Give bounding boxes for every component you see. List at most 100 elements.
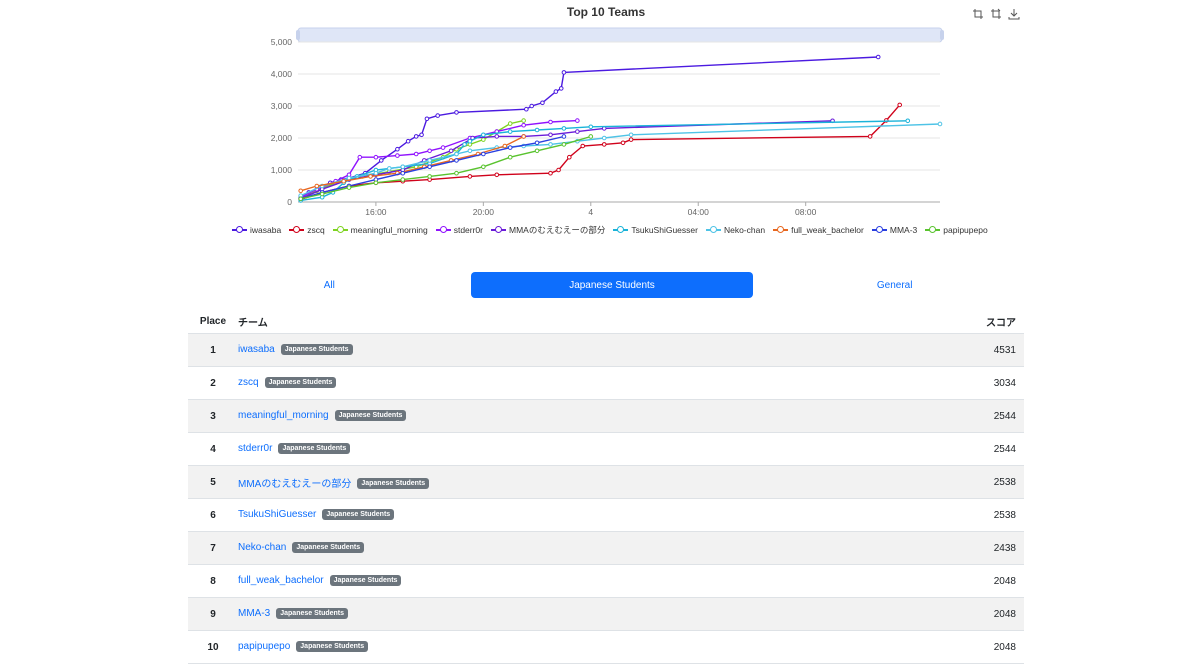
zoom-slider[interactable] <box>297 27 943 43</box>
division-badge: Japanese Students <box>278 443 351 455</box>
team-link[interactable]: Neko-chan <box>238 543 286 554</box>
data-point <box>507 129 513 134</box>
division-badge: Japanese Students <box>357 478 430 490</box>
tab-general[interactable]: General <box>753 272 1036 298</box>
place-cell: 2 <box>188 366 238 400</box>
table-row: 7 Neko-chan Japanese Students 2438 <box>188 531 1024 565</box>
zoom-slider-handle-left[interactable] <box>296 30 300 40</box>
score-cell: 2544 <box>893 399 1024 433</box>
legend-marker-icon <box>925 226 941 234</box>
data-point <box>467 174 473 179</box>
team-link[interactable]: iwasaba <box>238 345 275 356</box>
legend-item[interactable]: papipupepo <box>925 224 988 236</box>
legend-item[interactable]: stderr0r <box>435 224 483 236</box>
team-cell: MMAのむえむえーの部分 Japanese Students <box>238 465 894 499</box>
legend-label: TsukuShiGuesser <box>631 225 698 235</box>
series-3 <box>298 118 526 202</box>
zoom-reset-icon[interactable] <box>990 8 1002 20</box>
team-cell: TsukuShiGuesser Japanese Students <box>238 498 894 532</box>
team-link[interactable]: papipupepo <box>238 642 290 653</box>
data-point <box>427 164 432 170</box>
data-point <box>454 110 459 115</box>
data-point <box>298 188 303 194</box>
tab-all[interactable]: All <box>188 272 471 298</box>
data-point <box>400 177 406 182</box>
data-point <box>341 178 346 184</box>
data-point <box>494 134 500 139</box>
data-point <box>481 164 486 170</box>
data-point <box>454 170 459 176</box>
zoom-icon[interactable] <box>972 8 984 20</box>
team-link[interactable]: stderr0r <box>238 444 272 455</box>
tab-japanese-students[interactable]: Japanese Students <box>470 272 754 298</box>
place-cell: 9 <box>188 597 238 631</box>
legend-marker-icon <box>491 226 506 234</box>
place-cell: 10 <box>188 630 238 664</box>
data-point <box>368 174 373 179</box>
legend-item[interactable]: Neko-chan <box>705 224 765 236</box>
legend-label: stderr0r <box>453 225 483 235</box>
division-badge: Japanese Students <box>264 377 337 389</box>
division-badge: Japanese Students <box>334 410 407 422</box>
x-axis: 16:00 20:00 4 04:00 08:00 <box>365 202 817 217</box>
score-cell: 3034 <box>893 366 1024 400</box>
data-point <box>373 154 379 160</box>
legend-item[interactable]: meaningful_morning <box>332 224 428 236</box>
score-cell: 2538 <box>893 498 1024 532</box>
series-line <box>300 123 941 197</box>
table-row: 4 stderr0r Japanese Students 2544 <box>188 432 1024 466</box>
score-cell: 2538 <box>893 465 1024 499</box>
team-link[interactable]: zscq <box>238 378 259 389</box>
legend-label: MMAのむえむえーの部分 <box>509 225 606 235</box>
legend-marker-icon <box>435 226 451 234</box>
data-point <box>558 86 564 91</box>
team-link[interactable]: MMAのむえむえーの部分 <box>238 479 351 490</box>
data-point <box>424 116 430 122</box>
y-tick-label: 5,000 <box>271 37 293 47</box>
zoom-slider-handle-right[interactable] <box>940 30 944 40</box>
data-point <box>400 164 406 170</box>
data-point <box>435 113 440 118</box>
team-link[interactable]: full_weak_bachelor <box>238 576 324 587</box>
save-image-icon[interactable] <box>1008 8 1020 20</box>
division-badge: Japanese Students <box>329 575 402 587</box>
data-point <box>419 132 424 138</box>
data-point <box>454 151 459 157</box>
data-point <box>575 118 580 123</box>
data-point <box>507 121 513 126</box>
data-point <box>937 121 943 127</box>
data-point <box>561 70 567 75</box>
data-point <box>454 158 459 163</box>
legend-marker-icon <box>613 226 629 234</box>
team-link[interactable]: meaningful_morning <box>238 411 329 422</box>
data-point <box>534 148 540 154</box>
data-point <box>548 132 553 138</box>
y-tick-label: 3,000 <box>271 101 293 111</box>
legend-item[interactable]: zscq <box>289 224 325 236</box>
legend-item[interactable]: MMA-3 <box>871 224 917 236</box>
place-cell: 3 <box>188 399 238 433</box>
data-point <box>467 148 473 154</box>
data-point <box>567 154 572 160</box>
data-point <box>346 175 352 181</box>
division-badge: Japanese Students <box>276 608 349 620</box>
team-link[interactable]: MMA-3 <box>238 609 270 620</box>
division-tabs: All Japanese Students General <box>188 272 1036 298</box>
data-point <box>521 134 526 139</box>
place-cell: 1 <box>188 333 238 367</box>
legend-marker-icon <box>705 226 721 234</box>
table-row: 9 MMA-3 Japanese Students 2048 <box>188 597 1024 631</box>
division-badge: Japanese Students <box>280 344 353 356</box>
score-cell: 2048 <box>893 597 1024 631</box>
legend-item[interactable]: TsukuShiGuesser <box>613 224 698 236</box>
data-point <box>440 145 446 150</box>
data-point <box>314 183 320 189</box>
legend-label: meaningful_morning <box>350 225 428 235</box>
team-cell: iwasaba Japanese Students <box>238 333 894 367</box>
legend-item[interactable]: MMAのむえむえーの部分 <box>491 224 605 236</box>
legend-item[interactable]: full_weak_bachelor <box>773 224 864 236</box>
data-point <box>897 102 903 108</box>
team-link[interactable]: TsukuShiGuesser <box>238 510 316 521</box>
legend-item[interactable]: iwasaba <box>232 224 281 236</box>
legend-label: iwasaba <box>250 225 282 235</box>
